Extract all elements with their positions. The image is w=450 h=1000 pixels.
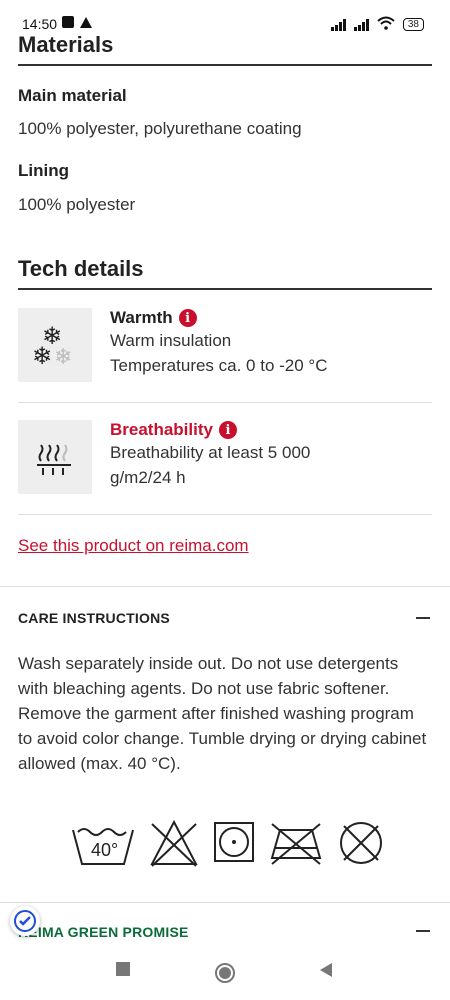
tech-item-title: Breathability: [110, 420, 213, 439]
warning-icon: [80, 16, 92, 28]
tech-item-warmth: ❄ ❄ ❄ Warmth i Warm insulation Temperatu…: [18, 308, 432, 403]
main-material-label: Main material: [18, 86, 127, 105]
collapse-icon[interactable]: [416, 930, 430, 932]
tech-item-line: Warm insulation: [110, 331, 232, 350]
svg-text:❄: ❄: [32, 342, 52, 370]
no-iron-icon: [270, 823, 322, 865]
signal-icon-2: [353, 18, 369, 31]
tech-item-breathability: Breathability i Breathability at least 5…: [18, 420, 432, 515]
snowflake-icon: ❄ ❄ ❄: [18, 308, 92, 382]
collapse-icon[interactable]: [416, 617, 430, 619]
tech-title: Tech details: [18, 256, 432, 290]
care-instructions-text: Wash separately inside out. Do not use d…: [18, 654, 427, 773]
svg-text:❄: ❄: [54, 345, 72, 370]
lining-value: 100% polyester: [18, 195, 136, 214]
tumble-dry-icon: [214, 822, 254, 862]
no-bleach-icon: [150, 819, 198, 867]
info-icon[interactable]: i: [178, 309, 197, 327]
tech-section: Tech details: [18, 256, 432, 290]
main-material-value: 100% polyester, polyurethane coating: [18, 119, 302, 138]
wash-40-icon: 40°: [72, 828, 134, 865]
notification-icon: [62, 16, 74, 28]
status-time: 14:50: [22, 16, 58, 32]
tech-item-line: Temperatures ca. 0 to -20 °C: [110, 356, 328, 375]
care-symbols: 40°: [70, 818, 386, 868]
reima-product-link[interactable]: See this product on reima.com: [18, 536, 249, 556]
lining-label: Lining: [18, 161, 69, 180]
info-icon[interactable]: i: [218, 421, 237, 439]
materials-section: Materials: [18, 32, 432, 66]
divider: [0, 586, 450, 587]
status-bar: 14:50 38: [0, 0, 450, 34]
green-promise-title[interactable]: REIMA GREEN PROMISE: [18, 924, 189, 940]
care-instructions-title[interactable]: CARE INSTRUCTIONS: [18, 610, 170, 626]
divider: [0, 902, 450, 903]
signal-icon: [330, 18, 346, 31]
system-nav-bar: [0, 946, 450, 1000]
tech-item-title: Warmth: [110, 308, 173, 327]
tech-item-line: g/m2/24 h: [110, 468, 186, 487]
materials-title: Materials: [18, 32, 432, 66]
tech-item-line: Breathability at least 5 000: [110, 443, 311, 462]
verified-badge-icon[interactable]: [10, 906, 40, 936]
back-button[interactable]: [318, 962, 334, 983]
recent-apps-button[interactable]: [116, 962, 130, 976]
breathability-icon: [18, 420, 92, 494]
svg-text:40°: 40°: [91, 840, 118, 860]
wifi-icon: [377, 16, 395, 33]
no-dry-clean-icon: [340, 822, 382, 864]
home-button[interactable]: [214, 962, 236, 989]
battery-icon: 38: [402, 18, 424, 31]
